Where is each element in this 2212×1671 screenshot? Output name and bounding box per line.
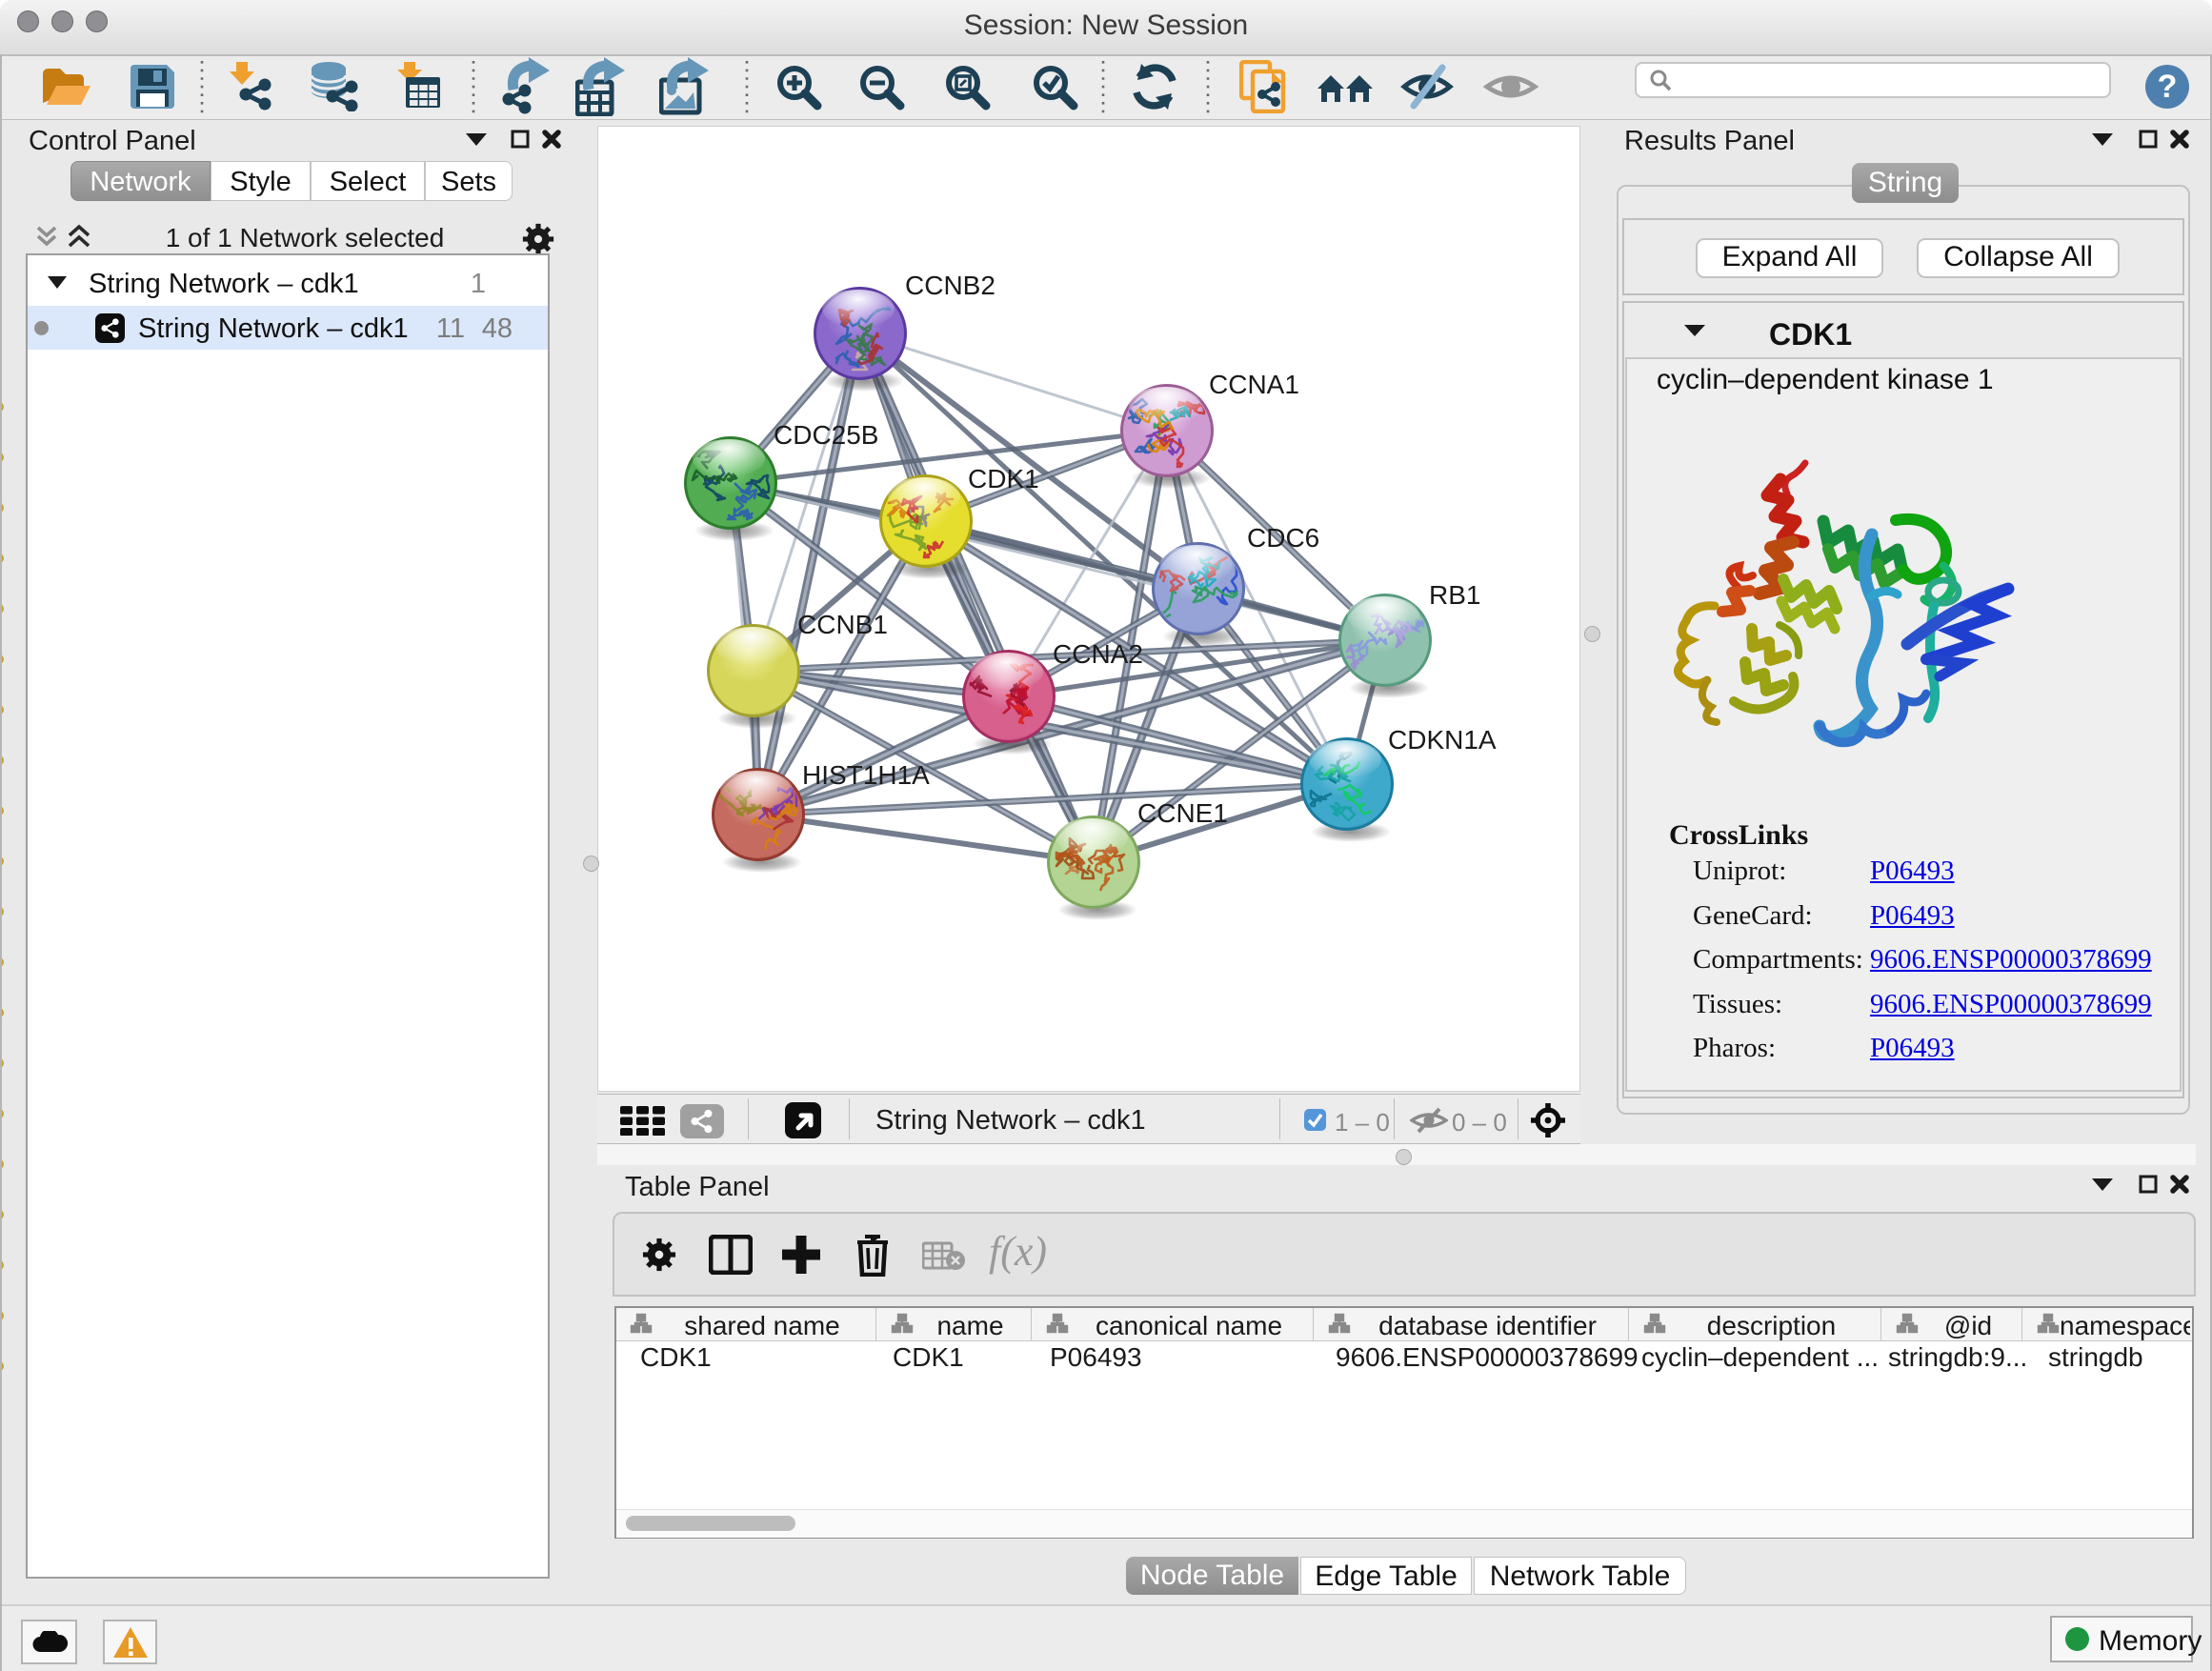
svg-text:CCNB2: CCNB2 <box>905 271 995 300</box>
svg-text:RB1: RB1 <box>1429 580 1480 610</box>
svg-text:CDC25B: CDC25B <box>774 420 878 450</box>
svg-text:CCNA1: CCNA1 <box>1209 370 1299 399</box>
svg-text:CDK1: CDK1 <box>968 464 1039 493</box>
svg-text:CDC6: CDC6 <box>1247 523 1319 553</box>
svg-text:HIST1H1A: HIST1H1A <box>802 760 930 790</box>
svg-text:CCNB1: CCNB1 <box>797 610 888 639</box>
svg-text:CCNE1: CCNE1 <box>1137 798 1228 828</box>
svg-text:CDKN1A: CDKN1A <box>1388 725 1497 755</box>
svg-text:CCNA2: CCNA2 <box>1053 639 1143 669</box>
